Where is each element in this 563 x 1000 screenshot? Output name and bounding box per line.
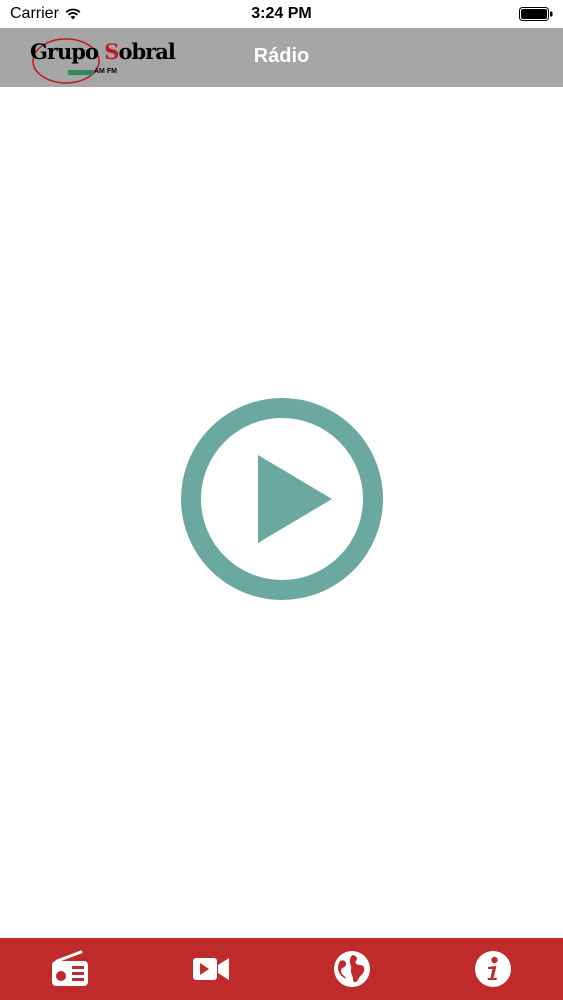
tab-info[interactable] [422,938,563,1000]
radio-icon [52,950,89,986]
tab-web[interactable] [282,938,423,1000]
status-bar: Carrier 3:24 PM [0,0,563,28]
battery-icon [519,7,553,21]
play-icon [258,455,332,543]
status-time: 3:24 PM [251,5,312,22]
page-title: Rádio [253,45,310,67]
info-icon [474,951,511,987]
logo-subtext: AM FM [94,68,117,75]
globe-icon [333,951,370,987]
tab-bar [0,938,563,1000]
video-camera-icon [193,958,230,980]
navigation-bar: Grupo Sobral AM FM Rádio [0,28,563,87]
app-screen: Carrier 3:24 PM Grupo Sobral AM FM Rádio [0,0,563,1000]
tab-radio[interactable] [0,938,141,1000]
radio-content [0,87,563,938]
tab-video[interactable] [141,938,282,1000]
play-button[interactable] [180,397,384,601]
